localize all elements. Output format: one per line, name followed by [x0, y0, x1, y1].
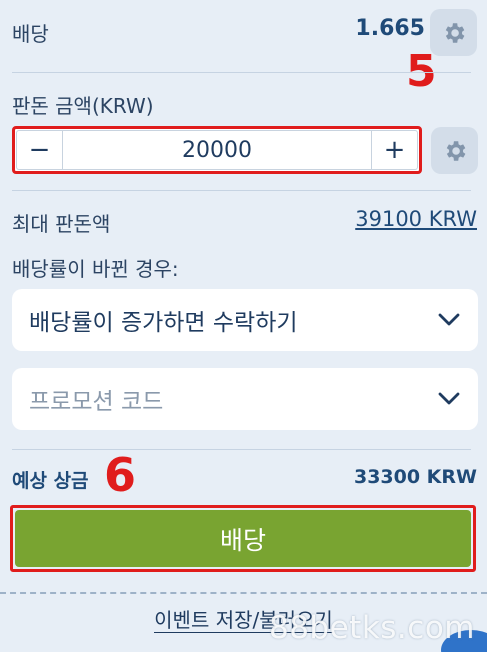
max-stake-label: 최대 판돈액	[12, 212, 111, 236]
potential-payout-value: 33300 KRW	[353, 466, 477, 488]
gear-icon	[446, 140, 465, 161]
potential-payout-label: 예상 상금	[12, 470, 89, 492]
max-stake-link[interactable]: 39100 KRW	[355, 207, 477, 231]
promo-code-placeholder: 프로모션 코드	[29, 389, 164, 415]
divider	[12, 190, 471, 191]
increase-stake-button[interactable]: +	[371, 131, 417, 169]
promo-code-select[interactable]: 프로모션 코드	[12, 368, 478, 430]
stake-amount-label: 판돈 금액(KRW)	[12, 94, 154, 118]
chevron-down-icon	[438, 313, 460, 326]
odds-settings-button[interactable]	[430, 9, 477, 56]
odds-change-label: 배당률이 바뀐 경우:	[12, 257, 179, 281]
stake-input[interactable]	[63, 131, 371, 169]
gear-icon	[445, 22, 464, 43]
odds-value: 1.665	[355, 16, 425, 41]
stake-settings-button[interactable]	[431, 127, 478, 174]
stake-stepper: − +	[12, 126, 422, 174]
watermark: 88betks.com	[268, 610, 475, 646]
dashed-divider	[0, 592, 487, 594]
divider	[12, 449, 471, 450]
odds-change-selected: 배당률이 증가하면 수락하기	[29, 310, 298, 336]
place-bet-highlight: 배당	[10, 505, 476, 572]
place-bet-button[interactable]: 배당	[15, 510, 471, 567]
decrease-stake-button[interactable]: −	[17, 131, 63, 169]
chevron-down-icon	[438, 392, 460, 405]
odds-label: 배당	[12, 22, 49, 46]
annotation-number-6: 6	[104, 448, 137, 502]
divider	[12, 72, 471, 73]
odds-change-select[interactable]: 배당률이 증가하면 수락하기	[12, 289, 478, 351]
